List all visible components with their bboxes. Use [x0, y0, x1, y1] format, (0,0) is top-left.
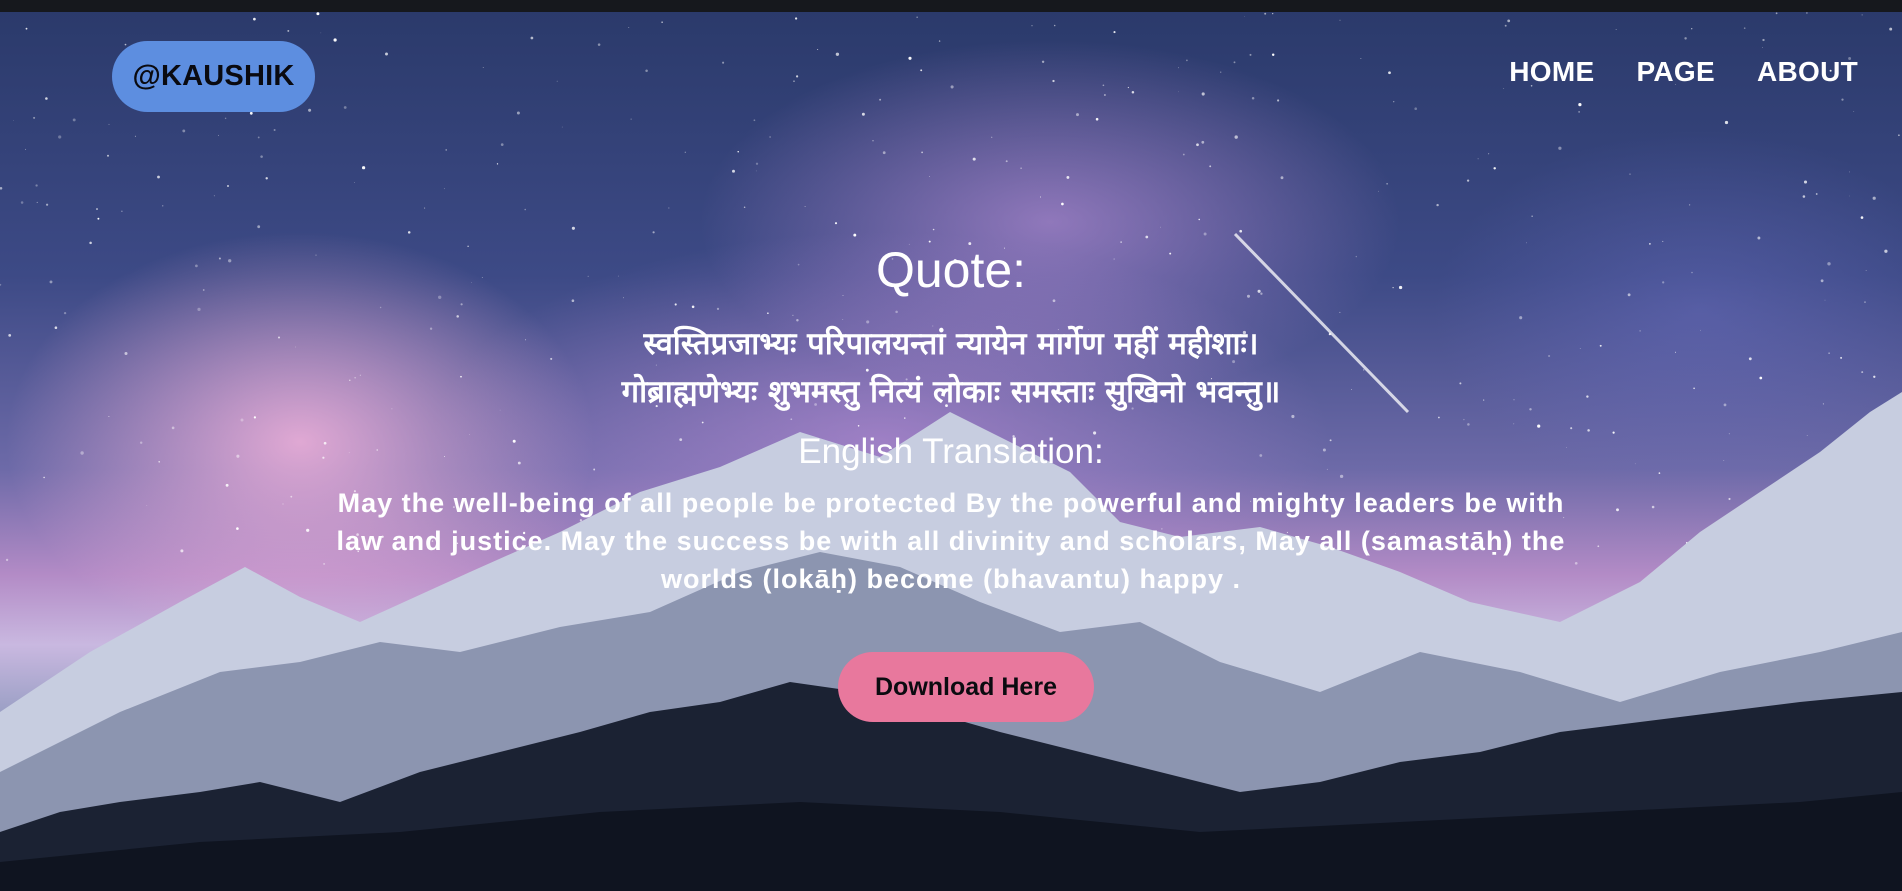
sanskrit-line-1: स्वस्तिप्रजाभ्यः परिपालयन्तां न्यायेन मा…: [643, 326, 1259, 362]
nav-home-link[interactable]: HOME: [1509, 56, 1594, 88]
nav-page-link[interactable]: PAGE: [1636, 56, 1714, 88]
translation-heading: English Translation:: [798, 432, 1104, 471]
quote-heading: Quote:: [875, 242, 1027, 298]
brand-logo-button[interactable]: @KAUSHIK: [112, 41, 315, 112]
download-button[interactable]: Download Here: [838, 652, 1094, 722]
sanskrit-line-2: गोब्राह्मणेभ्यः शुभमस्तु नित्यं लोकाः सम…: [621, 374, 1281, 410]
main-nav: HOME PAGE ABOUT: [1509, 56, 1858, 88]
hero-background: @KAUSHIK HOME PAGE ABOUT Quote: स्वस्तिप…: [0, 12, 1902, 891]
translation-text: May the well-being of all people be prot…: [336, 488, 1566, 594]
quote-section: Quote: स्वस्तिप्रजाभ्यः परिपालयन्तां न्य…: [0, 240, 1902, 598]
nav-about-link[interactable]: ABOUT: [1757, 56, 1858, 88]
top-edge-bar: [0, 0, 1902, 12]
